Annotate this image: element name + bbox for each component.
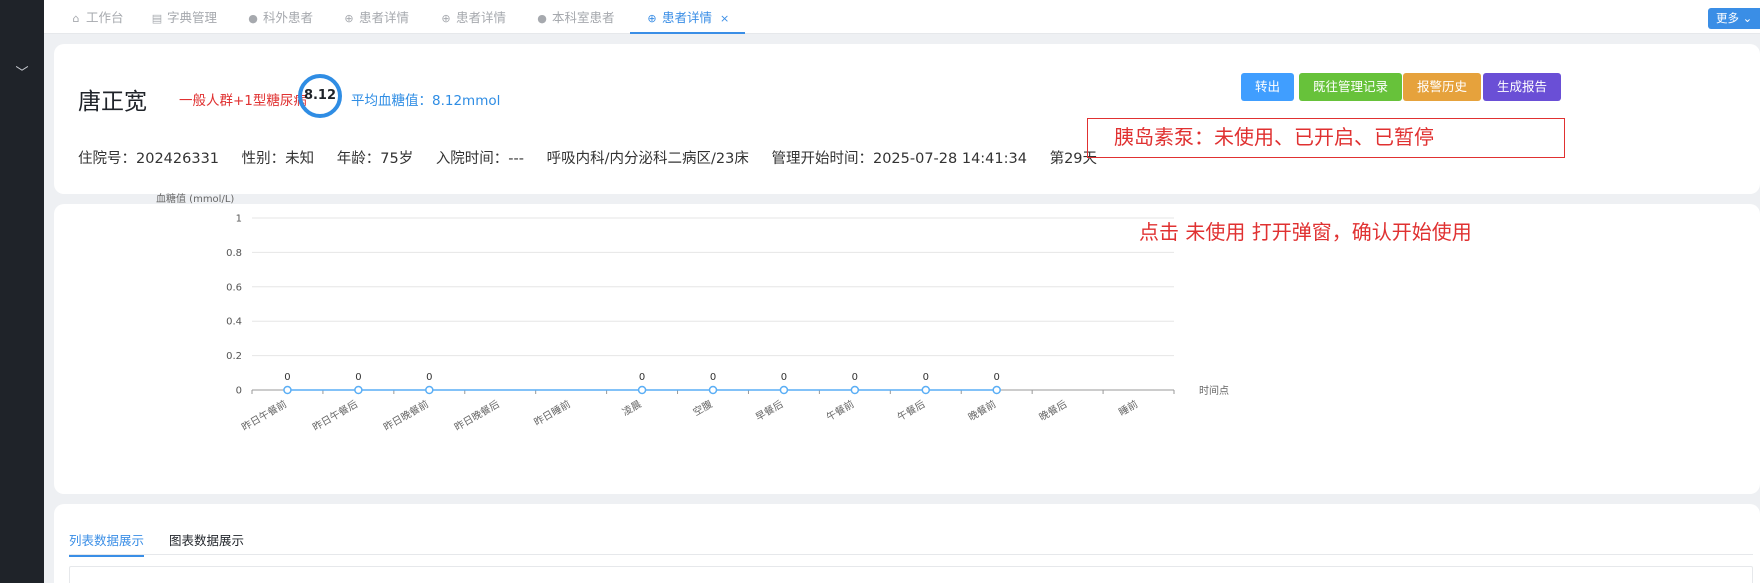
tab-chart-view[interactable]: 图表数据展示	[169, 530, 244, 549]
x-tick-label: 昨日晚餐后	[452, 397, 502, 433]
patient-header-card: 唐正宽 一般人群+1型糖尿病 8.12 平均血糖值：8.12mmol 转出 既往…	[54, 44, 1760, 194]
x-tick-label: 空腹	[691, 397, 715, 418]
document-icon: ▤	[151, 12, 163, 25]
avg-glucose: 平均血糖值：8.12mmol	[351, 93, 501, 109]
admission-no: 住院号：202426331	[78, 151, 220, 167]
tab-label: 科外患者	[263, 10, 314, 25]
data-point	[283, 385, 292, 395]
target-icon: ⊕	[344, 12, 354, 25]
y-tick-label: 0	[236, 386, 242, 397]
history-records-button[interactable]: 既往管理记录	[1299, 73, 1403, 101]
gender: 性别：未知	[241, 151, 315, 167]
data-label: 0	[781, 372, 787, 383]
generate-report-button[interactable]: 生成报告	[1483, 73, 1562, 101]
data-point	[354, 385, 363, 395]
data-label: 0	[284, 372, 290, 383]
y-tick-label: 1	[236, 214, 242, 225]
y-tick-label: 0.8	[226, 248, 242, 259]
data-table	[69, 566, 1753, 583]
tab-divider	[69, 554, 1753, 555]
tab-label: 患者详情	[662, 10, 713, 25]
data-tabs-card: 列表数据展示 图表数据展示	[54, 504, 1760, 583]
x-tick-label: 昨日午餐后	[310, 397, 360, 433]
x-tick-label: 午餐前	[824, 397, 856, 423]
tab-external-patients[interactable]: ● 科外患者	[247, 0, 313, 34]
more-button[interactable]: 更多 ⌄	[1708, 8, 1760, 29]
home-icon: ⌂	[72, 12, 80, 25]
data-label: 0	[639, 372, 645, 383]
transfer-button[interactable]: 转出	[1241, 73, 1295, 101]
tab-patient-detail-active[interactable]: ⊕ 患者详情 ×	[630, 0, 746, 34]
x-tick-label: 昨日晚餐前	[381, 397, 431, 433]
tab-label: 本科室患者	[552, 10, 615, 25]
data-label: 0	[852, 372, 858, 383]
tab-workbench[interactable]: ⌂ 工作台	[70, 0, 124, 34]
y-axis-label: 血糖值 (mmol/L)	[156, 192, 234, 205]
x-tick-label: 昨日午餐前	[239, 397, 289, 433]
x-tick-label: 昨日睡前	[532, 397, 573, 428]
tab-patient-detail-1[interactable]: ⊕ 患者详情	[343, 0, 409, 34]
x-tick-label: 晚餐后	[1037, 397, 1069, 423]
data-label: 0	[710, 372, 716, 383]
tab-bar: ⌂ 工作台 ▤ 字典管理 ● 科外患者 ⊕ 患者详情 ⊕ 患者详情 ● 本科室患者 ⊕ 患者详…	[44, 0, 1760, 34]
glucose-line-chart: 血糖值 (mmol/L)00.20.40.60.81昨日午餐前 昨日午餐后 昨日晚餐…	[156, 192, 1229, 434]
x-tick-label: 早餐后	[753, 397, 785, 423]
data-point	[850, 385, 860, 395]
user-icon: ●	[248, 12, 258, 25]
data-point	[921, 385, 931, 395]
x-tick-label: 午餐后	[895, 397, 927, 423]
data-point	[779, 385, 789, 395]
sidebar: ﹀	[0, 0, 44, 583]
tab-label: 工作台	[86, 10, 124, 25]
y-tick-label: 0.2	[226, 351, 242, 362]
y-tick-label: 0.4	[226, 317, 242, 328]
glucose-chart-card: 血糖值 (mmol/L) 0 0.2 0.4 0.6 0.8 1 昨日午餐前 昨日午餐后 昨日晚餐…	[54, 192, 1760, 494]
x-axis-label: 时间点	[1199, 384, 1229, 397]
tab-patient-detail-2[interactable]: ⊕ 患者详情	[440, 0, 506, 34]
alarm-history-button[interactable]: 报警历史	[1403, 73, 1482, 101]
x-tick-label: 睡前	[1116, 397, 1140, 418]
data-point	[637, 385, 647, 395]
data-point	[708, 385, 718, 395]
patient-info-row: 住院号：202426331 性别：未知 年龄：75岁 入院时间：--- 呼吸内科…	[78, 147, 1115, 168]
pump-tip-annotation: 点击 未使用 打开弹窗，确认开始使用	[1139, 220, 1472, 244]
data-label: 0	[426, 372, 432, 383]
tab-list-view[interactable]: 列表数据展示	[69, 530, 145, 557]
tab-department-patients[interactable]: ● 本科室患者	[536, 0, 615, 34]
user-icon: ●	[537, 12, 547, 25]
ward-bed: 呼吸内科/内分泌科二病区/23床	[546, 151, 749, 167]
glucose-ring: 8.12	[298, 74, 342, 118]
more-label: 更多	[1716, 11, 1739, 25]
tab-dictionary[interactable]: ▤ 字典管理	[151, 0, 217, 34]
data-point	[425, 385, 434, 395]
tab-label: 患者详情	[456, 10, 507, 25]
data-label: 0	[355, 372, 361, 383]
y-tick-label: 0.6	[226, 282, 242, 293]
admit-time: 入院时间：---	[435, 151, 525, 167]
close-icon[interactable]: ×	[720, 12, 729, 25]
chevron-down-icon[interactable]: ﹀	[14, 66, 30, 82]
data-label: 0	[994, 372, 1000, 383]
x-tick-label: 晚餐前	[966, 397, 998, 423]
chevron-down-icon: ⌄	[1742, 11, 1753, 25]
data-label: 0	[923, 372, 929, 383]
x-tick-label: 凌晨	[620, 397, 644, 418]
patient-name: 唐正宽	[78, 88, 147, 114]
tab-label: 患者详情	[359, 10, 410, 25]
target-icon: ⊕	[647, 12, 657, 25]
patient-tag: 一般人群+1型糖尿病	[179, 93, 307, 109]
mgmt-start-time: 管理开始时间：2025-07-28 14:41:34	[771, 151, 1027, 167]
data-point	[992, 385, 1001, 395]
target-icon: ⊕	[441, 12, 451, 25]
age: 年龄：75岁	[336, 151, 414, 167]
tab-label: 字典管理	[167, 10, 218, 25]
pump-status-annotation: 胰岛素泵：未使用、已开启、已暂停	[1087, 118, 1565, 158]
